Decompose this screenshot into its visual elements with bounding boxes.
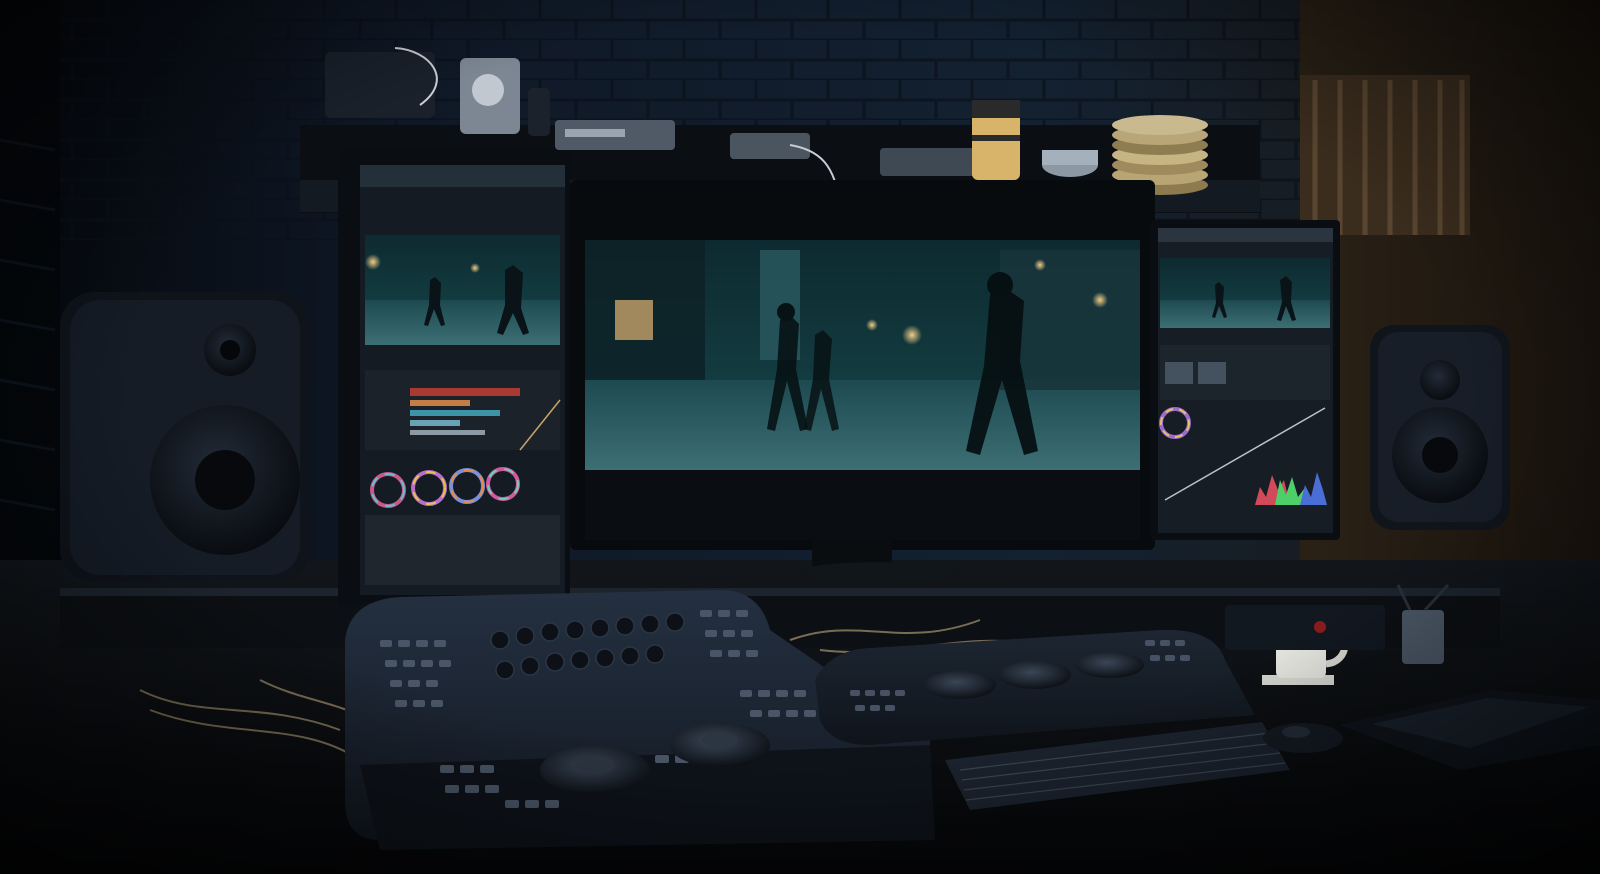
- vignette: [0, 0, 1600, 874]
- editing-suite-scene: [0, 0, 1600, 874]
- scene-svg: [0, 0, 1600, 874]
